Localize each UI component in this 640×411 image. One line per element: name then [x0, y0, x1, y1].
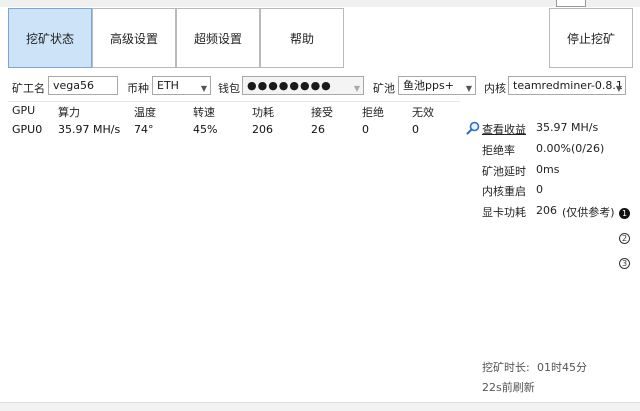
kernel-restart-label: 内核重启 — [482, 185, 526, 198]
column-header: 算力 — [58, 106, 80, 119]
hashrate-value: 35.97 MH/s — [536, 121, 599, 134]
card-power-value: 206 — [536, 204, 557, 217]
title-bar — [0, 0, 640, 7]
column-header: 拒绝 — [362, 106, 384, 119]
kernel-label: 内核 — [484, 82, 506, 95]
title-bar-button[interactable] — [556, 0, 586, 7]
column-header: 转速 — [193, 106, 215, 119]
tab-overclock-settings[interactable]: 超频设置 — [176, 8, 260, 68]
page-2-button[interactable]: 2 — [619, 233, 630, 244]
wallet-label: 钱包 — [218, 82, 240, 95]
tab-mining-status[interactable]: 挖矿状态 — [8, 8, 92, 68]
card-power-note: (仅供参考) — [562, 206, 615, 219]
grid-divider — [8, 101, 460, 102]
table-cell: 45% — [193, 123, 218, 136]
column-header: 温度 — [134, 106, 156, 119]
table-cell: 0 — [362, 123, 369, 136]
kernel-select[interactable]: teamredminer-0.8.1 ▼ — [508, 76, 626, 95]
page-1-button[interactable]: 1 — [619, 208, 630, 219]
chevron-down-icon: ▼ — [615, 84, 622, 93]
tab-help[interactable]: 帮助 — [260, 8, 344, 68]
stop-mining-button[interactable]: 停止挖矿 — [549, 8, 633, 68]
column-header: 功耗 — [252, 106, 274, 119]
column-header: GPU — [12, 104, 36, 117]
chevron-down-icon: ▼ — [353, 84, 360, 93]
pool-select-value: 鱼池pps+ — [403, 79, 454, 92]
page-3-button[interactable]: 3 — [619, 258, 630, 269]
kernel-restart-value: 0 — [536, 183, 543, 196]
mining-time-value: 01时45分 — [537, 361, 587, 374]
worker-input[interactable]: vega56 — [48, 76, 118, 95]
pool-latency-label: 矿池延时 — [482, 165, 526, 178]
pool-latency-value: 0ms — [536, 163, 560, 176]
coin-select-value: ETH — [157, 79, 179, 92]
reject-rate-label: 拒绝率 — [482, 144, 515, 157]
chevron-down-icon: ▼ — [465, 84, 472, 93]
pool-select[interactable]: 鱼池pps+ ▼ — [398, 76, 476, 95]
card-power-label: 显卡功耗 — [482, 206, 526, 219]
table-cell: 74° — [134, 123, 154, 136]
wallet-select[interactable]: ●●●●●●●● ▼ — [242, 76, 364, 95]
mining-time-label: 挖矿时长: — [482, 361, 530, 374]
column-header: 接受 — [311, 106, 333, 119]
magnifier-icon — [466, 121, 480, 135]
table-cell: 35.97 MH/s — [58, 123, 121, 136]
kernel-select-value: teamredminer-0.8.1 — [513, 79, 623, 92]
tab-advanced-settings[interactable]: 高级设置 — [92, 8, 176, 68]
chevron-down-icon: ▼ — [200, 84, 207, 93]
table-cell: GPU0 — [12, 123, 43, 136]
reject-rate-value: 0.00%(0/26) — [536, 142, 605, 155]
view-earnings-link[interactable]: 查看收益 — [482, 121, 526, 137]
table-cell: 206 — [252, 123, 273, 136]
pool-label: 矿池 — [373, 82, 395, 95]
wallet-select-value: ●●●●●●●● — [247, 79, 332, 92]
column-header: 无效 — [412, 106, 434, 119]
coin-select[interactable]: ETH ▼ — [152, 76, 211, 95]
worker-label: 矿工名 — [12, 82, 45, 95]
refresh-status: 22s前刷新 — [482, 381, 535, 394]
table-cell: 26 — [311, 123, 325, 136]
coin-label: 币种 — [127, 82, 149, 95]
settings-row: 矿工名 vega56 币种 ETH ▼ 钱包 ●●●●●●●● ▼ 矿池 鱼池p… — [0, 73, 640, 99]
toolbar: 挖矿状态 高级设置 超频设置 帮助 停止挖矿 — [0, 7, 640, 71]
table-cell: 0 — [412, 123, 419, 136]
